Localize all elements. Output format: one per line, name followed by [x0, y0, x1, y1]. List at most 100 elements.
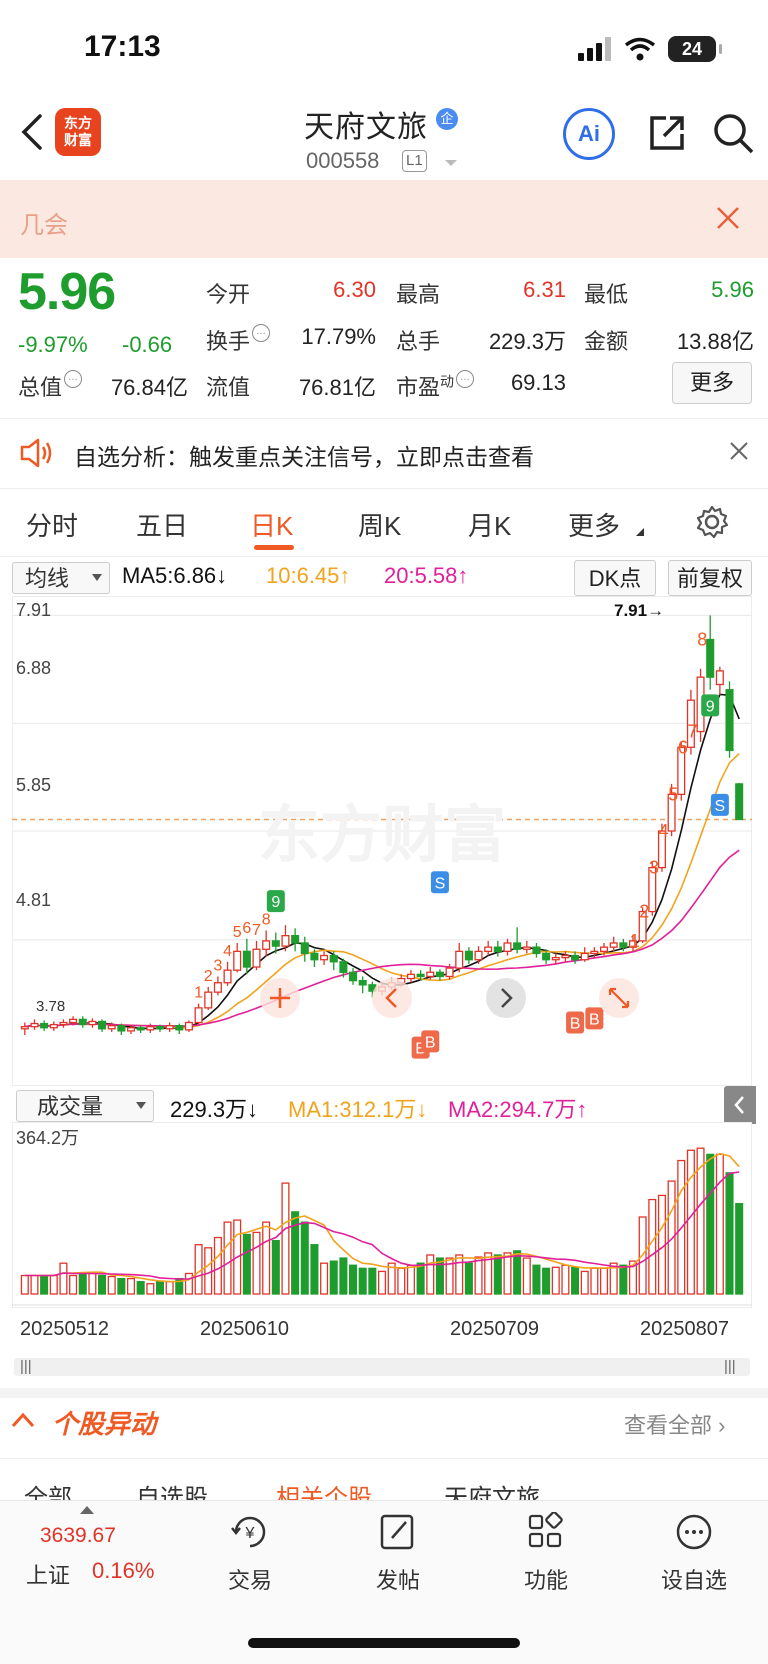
- ai-button[interactable]: Ai: [563, 108, 615, 160]
- signal-number: 7: [252, 922, 261, 939]
- volume-bar: [49, 1274, 58, 1295]
- candle-body: [406, 973, 415, 980]
- more-dots-icon: [676, 1514, 712, 1550]
- trade-button[interactable]: ¥ 交易: [200, 1512, 300, 1595]
- signal-number: 3: [649, 858, 659, 878]
- share-icon[interactable]: [646, 112, 688, 154]
- volume-bar: [406, 1264, 415, 1295]
- back-icon[interactable]: [18, 112, 48, 152]
- view-all-link[interactable]: 查看全部 ›: [624, 1408, 725, 1440]
- candle-body: [522, 946, 531, 950]
- scroll-right-button[interactable]: [486, 978, 526, 1018]
- candle-body: [146, 1026, 155, 1031]
- info-icon[interactable]: …: [456, 370, 475, 388]
- status-time: 17:13: [84, 30, 161, 63]
- candle-body: [358, 980, 367, 986]
- wifi-icon: [624, 37, 656, 61]
- promo-text: 几会: [20, 212, 68, 239]
- low-label: 最低: [584, 282, 629, 307]
- volume-bar: [561, 1264, 570, 1295]
- candle-body: [493, 946, 502, 952]
- signal-number: 4: [659, 821, 669, 841]
- buy-signal-text: B: [425, 1034, 436, 1051]
- scroll-left-button[interactable]: [372, 978, 412, 1018]
- gear-icon[interactable]: [694, 504, 730, 540]
- tab-weekly-k[interactable]: 周K: [358, 506, 401, 543]
- date-label-2: 20250610: [200, 1318, 289, 1340]
- candle-body: [513, 942, 522, 950]
- analysis-text[interactable]: 自选分析：触发重点关注信号，立即点击查看: [74, 438, 534, 472]
- volume-bar: [706, 1153, 715, 1295]
- tab-monthly-k[interactable]: 月K: [468, 506, 511, 543]
- kline-chart[interactable]: 东方财富 12345 6 781234567899SSBBB B 7.91 6.88 …: [12, 596, 752, 1086]
- signal-icon: [578, 37, 611, 61]
- scroll-handle-left[interactable]: |||: [20, 1358, 32, 1375]
- more-button[interactable]: 更多: [672, 362, 752, 404]
- signal-number: 5: [668, 784, 678, 804]
- candle-body: [194, 1007, 203, 1024]
- caret-up-icon: [80, 1506, 94, 1514]
- tab-five-day[interactable]: 五日: [136, 506, 188, 543]
- volume-bar: [571, 1266, 580, 1295]
- close-icon[interactable]: [728, 440, 750, 462]
- tab-more[interactable]: 更多: [568, 506, 620, 543]
- chart-scrollbar[interactable]: [14, 1358, 750, 1376]
- index-change[interactable]: 0.16%: [92, 1558, 154, 1584]
- signal-number: 8: [262, 911, 271, 928]
- candle-body: [580, 952, 589, 961]
- signal-number: 1: [194, 985, 203, 1002]
- candle-body: [426, 971, 435, 978]
- promo-banner[interactable]: [0, 180, 768, 258]
- movers-title: 个股异动: [52, 1409, 157, 1439]
- add-watchlist-label: 设自选: [660, 1568, 727, 1593]
- dropdown-icon: [136, 1102, 146, 1109]
- volume-chart[interactable]: 364.2万: [12, 1122, 752, 1308]
- fullscreen-button[interactable]: [599, 978, 639, 1018]
- code-dropdown-icon[interactable]: [444, 158, 458, 168]
- info-icon[interactable]: …: [64, 370, 83, 388]
- chevron-up-icon[interactable]: [10, 1410, 36, 1430]
- scroll-handle-right[interactable]: |||: [724, 1358, 736, 1375]
- buy-signal-text: B: [589, 1011, 600, 1028]
- divider: [0, 488, 768, 489]
- stock-name: 天府文旅: [304, 111, 428, 144]
- index-name[interactable]: 上证: [26, 1558, 70, 1590]
- tab-daily-k[interactable]: 日K: [250, 506, 293, 543]
- collapse-panel-button[interactable]: [724, 1086, 756, 1124]
- post-button[interactable]: 发帖: [348, 1512, 448, 1595]
- forward-adjust-button[interactable]: 前复权: [668, 560, 752, 596]
- dk-point-button[interactable]: DK点: [574, 560, 656, 596]
- volume-bar: [78, 1272, 87, 1295]
- candle-body: [300, 942, 309, 955]
- y-label-3: 5.85: [16, 775, 51, 795]
- candle-body: [98, 1020, 107, 1030]
- trade-label: 交易: [227, 1568, 272, 1593]
- close-icon[interactable]: [714, 204, 742, 232]
- stock-code: 000558: [306, 148, 380, 173]
- volume-ma2: MA2:294.7万↑: [448, 1097, 588, 1122]
- search-icon[interactable]: [712, 112, 754, 154]
- turnover-label: 换手…: [206, 324, 271, 356]
- tab-intraday[interactable]: 分时: [26, 506, 78, 543]
- info-icon[interactable]: …: [252, 324, 271, 342]
- candle-body: [262, 940, 271, 950]
- zoom-in-button[interactable]: [260, 978, 300, 1018]
- index-value[interactable]: 3639.67: [40, 1524, 116, 1548]
- volume-bar: [262, 1221, 271, 1295]
- features-button[interactable]: 功能: [496, 1511, 596, 1595]
- volume-bar: [146, 1283, 155, 1295]
- candle-body: [474, 950, 483, 961]
- candle-body: [561, 954, 570, 959]
- volume-bar: [69, 1274, 78, 1295]
- volume-bar: [252, 1231, 261, 1295]
- candle-body: [599, 946, 609, 952]
- app-logo: 东方 财富: [55, 108, 101, 156]
- trade-icon: ¥: [231, 1516, 266, 1548]
- float-value: 76.81亿: [298, 375, 376, 400]
- volume-select[interactable]: 成交量: [16, 1090, 154, 1122]
- volume-bar: [204, 1247, 213, 1295]
- svg-text:¥: ¥: [245, 1525, 255, 1542]
- level-badge: L1: [402, 150, 427, 172]
- candle-body: [532, 946, 541, 955]
- add-watchlist-button[interactable]: 设自选: [644, 1512, 744, 1595]
